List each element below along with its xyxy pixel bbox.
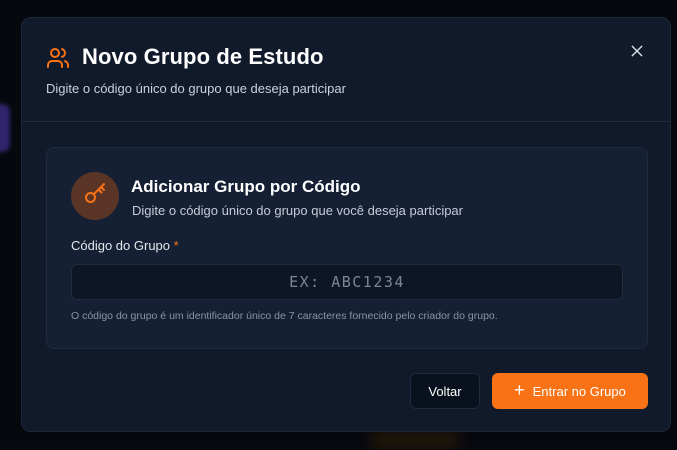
close-icon: [629, 43, 645, 64]
backdrop-element: [370, 430, 460, 450]
group-code-input[interactable]: [71, 264, 623, 300]
join-group-dialog: Novo Grupo de Estudo Digite o código úni…: [21, 17, 671, 432]
card-title: Adicionar Grupo por Código: [131, 177, 360, 197]
key-icon-badge: [71, 172, 119, 220]
required-marker: *: [174, 238, 179, 253]
close-button[interactable]: [624, 40, 650, 66]
group-code-label: Código do Grupo *: [71, 238, 179, 253]
key-icon: [83, 182, 107, 211]
card-description: Digite o código único do grupo que você …: [132, 203, 463, 218]
dialog-subtitle: Digite o código único do grupo que desej…: [46, 81, 346, 96]
back-button[interactable]: Voltar: [410, 373, 480, 409]
users-icon: [46, 46, 70, 70]
join-group-button[interactable]: + Entrar no Grupo: [492, 373, 648, 409]
group-code-hint: O código do grupo é um identificador úni…: [71, 310, 498, 322]
add-by-code-card: Adicionar Grupo por Código Digite o códi…: [46, 147, 648, 349]
dialog-title: Novo Grupo de Estudo: [82, 44, 324, 70]
dialog-header: Novo Grupo de Estudo Digite o código úni…: [22, 18, 670, 122]
plus-icon: +: [514, 381, 525, 399]
group-code-label-text: Código do Grupo: [71, 238, 170, 253]
join-group-button-label: Entrar no Grupo: [533, 384, 626, 399]
backdrop-element: [0, 104, 10, 152]
